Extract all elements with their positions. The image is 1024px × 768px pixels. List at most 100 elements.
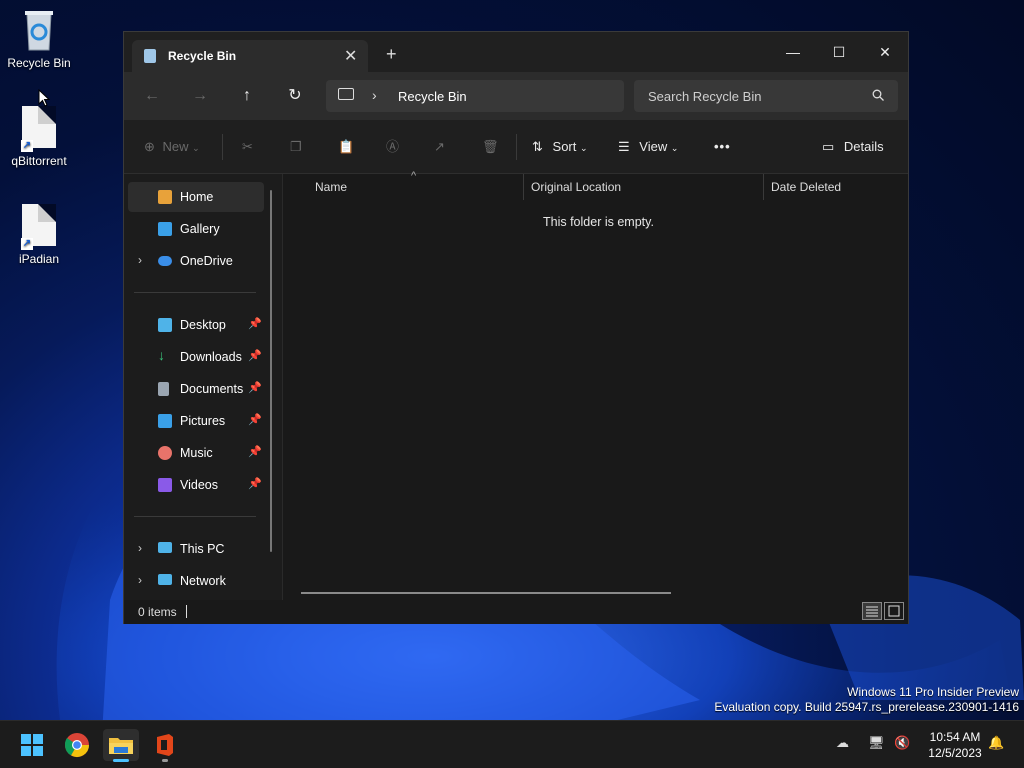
sidebar-item-videos[interactable]: Videos 📌 — [128, 470, 264, 500]
tab-title: Recycle Bin — [168, 49, 237, 63]
sidebar-item-network[interactable]: › Network — [128, 566, 264, 596]
sidebar-item-onedrive[interactable]: › OneDrive — [128, 246, 264, 276]
sort-button-label: Sort — [552, 139, 577, 154]
share-icon[interactable]: ↗ — [434, 136, 445, 158]
desktop-icon-recycle-bin[interactable]: Recycle Bin — [1, 8, 77, 70]
sidebar-item-music[interactable]: Music 📌 — [128, 438, 264, 468]
up-button[interactable]: ↑ — [233, 84, 261, 108]
file-shortcut-icon: ↗ — [19, 106, 59, 152]
sidebar-item-home[interactable]: Home — [128, 182, 264, 212]
music-icon — [158, 446, 172, 460]
forward-button[interactable]: → — [186, 84, 214, 108]
rename-icon[interactable]: Ⓐ — [386, 136, 399, 158]
pin-icon[interactable]: 📌 — [248, 317, 262, 330]
large-icons-view-button[interactable] — [884, 602, 904, 620]
delete-icon[interactable]: 🗑 — [482, 136, 499, 158]
copy-icon[interactable]: ❐ — [290, 136, 302, 158]
cut-icon[interactable]: ✂ — [242, 136, 253, 158]
chevron-down-icon: ⌄ — [580, 143, 588, 153]
network-icon[interactable]: 🖥 — [868, 735, 885, 751]
pin-icon[interactable]: 📌 — [248, 381, 262, 394]
desktop-icon-ipadian[interactable]: ↗ iPadian — [1, 204, 77, 266]
details-pane-button[interactable]: ▭ Details — [822, 136, 884, 158]
desktop-icon-label: iPadian — [18, 252, 60, 266]
chevron-right-icon[interactable]: › — [138, 541, 142, 555]
taskbar: ☁ 🖥 🔇 10:54 AM 12/5/2023 🔔 — [0, 720, 1024, 768]
minimize-button[interactable]: — — [770, 38, 816, 66]
sidebar-item-documents[interactable]: Documents 📌 — [128, 374, 264, 404]
navigation-bar: ← → ↑ ↻ › Recycle Bin — [124, 72, 908, 120]
windows-logo-icon — [21, 734, 43, 756]
chevron-right-icon[interactable]: › — [138, 253, 142, 267]
plus-circle-icon: ⊕ — [144, 139, 155, 154]
tab-recycle-bin[interactable]: Recycle Bin ✕ — [132, 40, 368, 72]
details-view-button[interactable] — [862, 602, 882, 620]
notification-bell-icon[interactable]: 🔔 — [988, 735, 1004, 751]
sidebar-item-label: Home — [180, 190, 214, 204]
tab-close-button[interactable]: ✕ — [344, 46, 357, 66]
pin-icon[interactable]: 📌 — [248, 477, 262, 490]
office-taskbar-button[interactable] — [147, 729, 183, 762]
paste-icon[interactable]: 📋 — [338, 136, 354, 158]
search-box[interactable] — [634, 80, 898, 112]
column-header-date-deleted[interactable]: Date Deleted — [771, 180, 841, 194]
chevron-down-icon: ⌄ — [670, 143, 679, 153]
refresh-button[interactable]: ↻ — [281, 84, 309, 108]
pin-icon[interactable]: 📌 — [248, 445, 262, 458]
pin-icon[interactable]: 📌 — [248, 349, 262, 362]
desktop-icon — [158, 318, 172, 332]
sidebar-item-desktop[interactable]: Desktop 📌 — [128, 310, 264, 340]
start-button[interactable] — [14, 729, 50, 761]
pin-icon[interactable]: 📌 — [248, 413, 262, 426]
column-divider[interactable] — [763, 174, 764, 200]
recycle-bin-icon — [144, 49, 156, 63]
column-header-name[interactable]: Name — [315, 180, 347, 194]
file-list-pane: Name ^ Original Location Date Deleted Th… — [282, 170, 908, 600]
title-bar: Recycle Bin ✕ + — ☐ ✕ — [124, 32, 908, 72]
horizontal-scrollbar[interactable] — [301, 592, 671, 594]
sort-ascending-icon: ^ — [411, 170, 417, 182]
search-input[interactable] — [634, 80, 864, 112]
address-bar[interactable]: › Recycle Bin — [326, 80, 624, 112]
sidebar-item-label: Gallery — [180, 222, 220, 236]
system-clock[interactable]: 10:54 AM 12/5/2023 — [920, 729, 990, 761]
sidebar-item-label: Desktop — [180, 318, 226, 332]
large-icons-view-icon — [888, 605, 900, 617]
search-icon[interactable] — [872, 89, 884, 101]
chrome-taskbar-button[interactable] — [59, 729, 95, 761]
clock-time: 10:54 AM — [929, 730, 981, 744]
new-tab-button[interactable]: + — [386, 44, 397, 65]
new-button[interactable]: ⊕ New ⌄ — [144, 136, 200, 158]
sidebar-item-pictures[interactable]: Pictures 📌 — [128, 406, 264, 436]
sidebar-item-downloads[interactable]: ↓ Downloads 📌 — [128, 342, 264, 372]
column-header-original-location[interactable]: Original Location — [531, 180, 621, 194]
maximize-button[interactable]: ☐ — [816, 38, 862, 66]
chevron-down-icon: ⌄ — [192, 143, 200, 153]
onedrive-offline-icon[interactable]: ☁ — [836, 735, 849, 751]
breadcrumb-chevron-icon[interactable]: › — [372, 87, 377, 103]
details-pane-icon: ▭ — [822, 139, 835, 154]
details-button-label: Details — [843, 139, 884, 154]
sidebar-scrollbar[interactable] — [270, 190, 272, 552]
sidebar-item-gallery[interactable]: Gallery — [128, 214, 264, 244]
network-icon — [158, 574, 172, 585]
home-icon — [158, 190, 172, 204]
close-button[interactable]: ✕ — [862, 38, 908, 66]
view-button[interactable]: ☰ View ⌄ — [618, 136, 678, 158]
breadcrumb-recycle-bin[interactable]: Recycle Bin — [398, 89, 467, 104]
more-options-button[interactable]: ••• — [714, 136, 731, 158]
documents-icon — [158, 382, 169, 396]
file-explorer-taskbar-button[interactable] — [103, 729, 139, 762]
sidebar-item-this-pc[interactable]: › This PC — [128, 534, 264, 564]
chevron-right-icon[interactable]: › — [138, 573, 142, 587]
clock-date: 12/5/2023 — [928, 746, 982, 760]
back-button[interactable]: ← — [138, 84, 166, 108]
column-divider[interactable] — [523, 174, 524, 200]
volume-muted-icon[interactable]: 🔇 — [894, 735, 910, 751]
desktop-icon-qbittorrent[interactable]: ↗ qBittorrent — [1, 106, 77, 168]
view-icon: ☰ — [618, 139, 630, 154]
app-open-indicator — [162, 759, 168, 762]
sidebar-item-label: OneDrive — [180, 254, 233, 268]
recycle-bin-icon — [19, 8, 59, 52]
sort-button[interactable]: ⇅ Sort ⌄ — [532, 136, 588, 158]
